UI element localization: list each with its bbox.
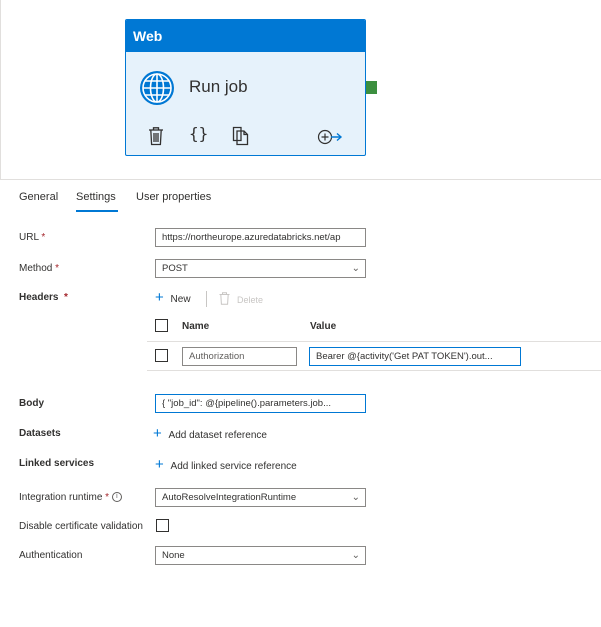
method-select[interactable]: POST ⌄: [155, 259, 366, 278]
header-row-divider: [147, 370, 601, 371]
success-output-port[interactable]: [366, 81, 377, 94]
authentication-select[interactable]: None ⌄: [155, 546, 366, 565]
plus-icon: +: [155, 456, 164, 473]
toolbar-separator: [206, 291, 207, 307]
header-value-input[interactable]: Bearer @{activity('Get PAT TOKEN').out..…: [309, 347, 521, 366]
info-icon[interactable]: i: [111, 492, 122, 503]
datasets-label: Datasets: [19, 428, 61, 439]
header-name-input[interactable]: Authorization: [182, 347, 297, 366]
tab-user-properties[interactable]: User properties: [136, 191, 211, 203]
new-header-button[interactable]: + New: [155, 289, 191, 306]
url-label: URL *: [19, 232, 46, 243]
delete-header-button[interactable]: Delete: [237, 295, 263, 305]
plus-icon: +: [153, 425, 162, 442]
header-row-checkbox[interactable]: [155, 349, 168, 362]
activity-name: Run job: [189, 77, 248, 96]
tab-settings[interactable]: Settings: [76, 191, 116, 203]
column-header-value: Value: [310, 321, 337, 332]
add-linked-service-reference-label: Add linked service reference: [170, 461, 297, 472]
linked-services-label: Linked services: [19, 458, 95, 469]
body-input[interactable]: { "job_id": @{pipeline().parameters.job.…: [155, 394, 366, 413]
disable-cert-checkbox[interactable]: [156, 519, 169, 532]
add-dataset-reference-button[interactable]: + Add dataset reference: [153, 425, 267, 442]
web-activity-card[interactable]: Web Run job {}: [125, 19, 366, 156]
add-linked-service-reference-button[interactable]: + Add linked service reference: [155, 456, 297, 473]
plus-icon: +: [155, 289, 164, 306]
selected-tab-indicator: [76, 210, 118, 212]
chevron-down-icon: ⌄: [351, 550, 360, 561]
integration-runtime-value: AutoResolveIntegrationRuntime: [162, 492, 297, 503]
integration-runtime-select[interactable]: AutoResolveIntegrationRuntime ⌄: [155, 488, 366, 507]
authentication-value: None: [162, 550, 185, 561]
add-dataset-reference-label: Add dataset reference: [168, 430, 267, 441]
authentication-label: Authentication: [19, 550, 83, 561]
chevron-down-icon: ⌄: [351, 492, 360, 503]
panel-divider: [0, 179, 601, 180]
code-icon[interactable]: {}: [189, 124, 208, 143]
select-all-headers-checkbox[interactable]: [155, 319, 168, 332]
activity-type-header: Web: [126, 20, 365, 52]
column-header-name: Name: [182, 321, 210, 332]
method-label: Method *: [19, 263, 60, 274]
new-header-label: New: [170, 294, 191, 305]
chevron-down-icon: ⌄: [351, 263, 360, 274]
add-output-icon[interactable]: [317, 129, 343, 145]
header-table-divider: [147, 341, 601, 342]
disable-cert-label: Disable certificate validation: [19, 521, 143, 532]
headers-label: Headers *: [19, 292, 68, 303]
method-value: POST: [162, 263, 188, 274]
globe-icon: [140, 71, 174, 105]
tab-general[interactable]: General: [19, 191, 58, 203]
integration-runtime-label: Integration runtime * i: [19, 492, 122, 503]
copy-icon[interactable]: [232, 126, 249, 146]
delete-icon: [219, 292, 230, 305]
url-input[interactable]: https://northeurope.azuredatabricks.net/…: [155, 228, 366, 247]
delete-icon[interactable]: [148, 126, 164, 146]
body-label: Body: [19, 398, 44, 409]
